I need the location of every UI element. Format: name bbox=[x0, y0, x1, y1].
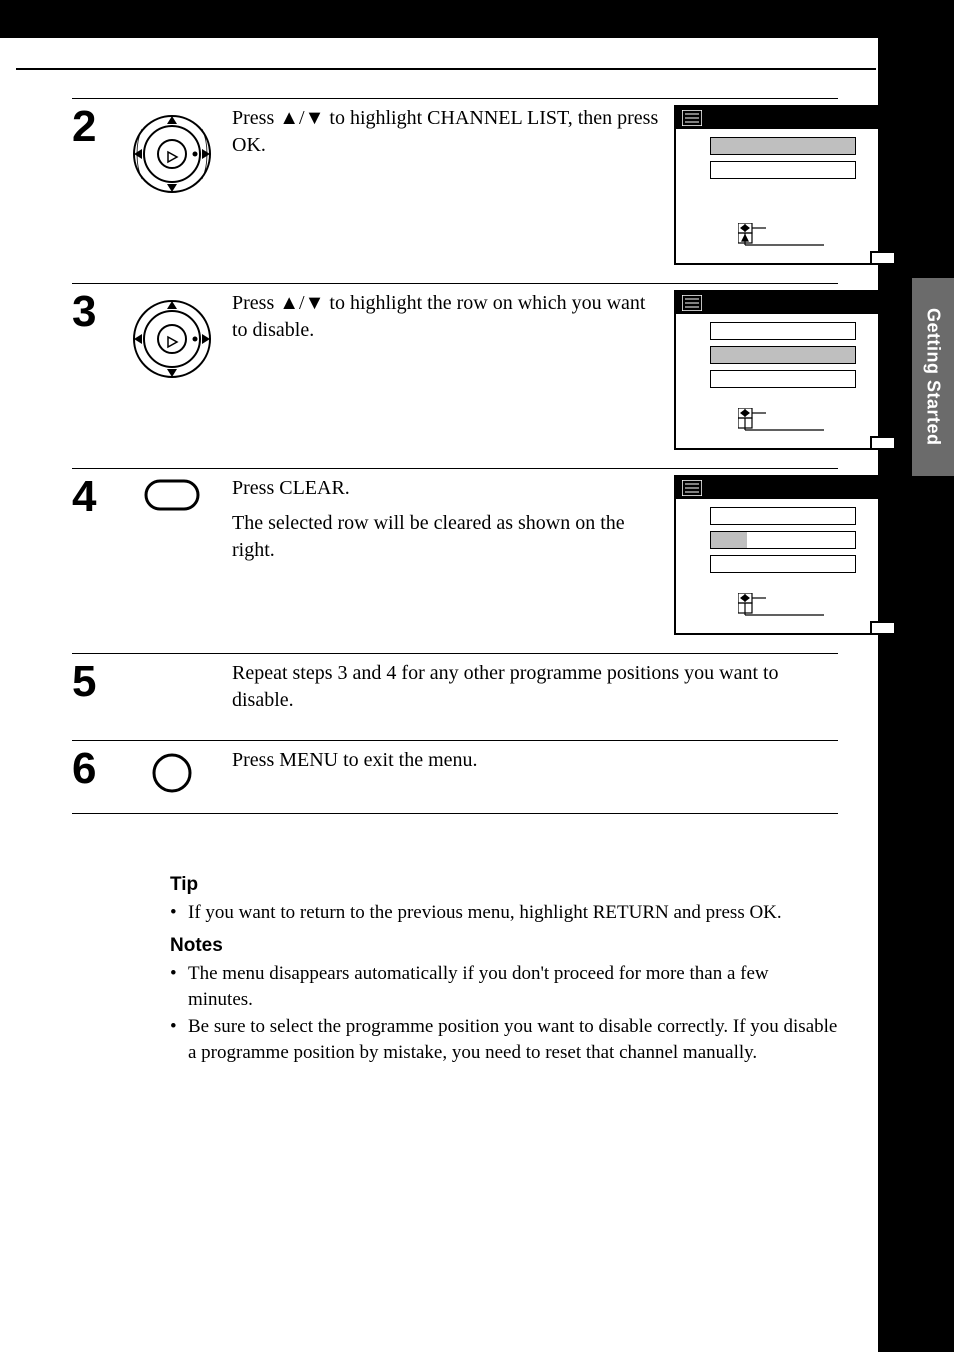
top-black-bar bbox=[0, 0, 954, 38]
step-number: 4 bbox=[72, 475, 112, 519]
notes-heading: Notes bbox=[170, 933, 838, 959]
step-number: 5 bbox=[72, 660, 112, 704]
top-rule bbox=[16, 68, 876, 70]
list-icon bbox=[682, 480, 702, 496]
nav-dial-icon bbox=[127, 294, 217, 384]
step-text-line: Repeat steps 3 and 4 for any other progr… bbox=[232, 660, 842, 714]
step-text: Press ▲/▼ to highlight CHANNEL LIST, the… bbox=[232, 105, 674, 167]
step-2: 2 Press ▲/▼ to highlight CHANNEL LIST, t… bbox=[72, 99, 902, 283]
notes-list: •The menu disappears automatically if yo… bbox=[170, 961, 838, 1066]
step-icon-col bbox=[112, 747, 232, 795]
tip-notes-block: Tip •If you want to return to the previo… bbox=[170, 872, 838, 1065]
screen-row bbox=[710, 531, 856, 549]
screen-row bbox=[710, 346, 856, 364]
pill-button-icon bbox=[144, 479, 200, 513]
screen-rows bbox=[710, 137, 856, 185]
list-icon bbox=[682, 110, 702, 126]
step-5: 5 Repeat steps 3 and 4 for any other pro… bbox=[72, 654, 902, 740]
section-tab-label: Getting Started bbox=[923, 308, 944, 446]
tip-item: •If you want to return to the previous m… bbox=[170, 900, 838, 926]
step-text: Repeat steps 3 and 4 for any other progr… bbox=[232, 660, 842, 722]
step-icon-col bbox=[112, 475, 232, 513]
step-text-pre: Press bbox=[232, 107, 279, 129]
step-number: 2 bbox=[72, 105, 112, 149]
screen-legend bbox=[738, 408, 888, 442]
screen-row bbox=[710, 555, 856, 573]
step-text-line: Press MENU to exit the menu. bbox=[232, 747, 892, 774]
screen-row bbox=[710, 161, 856, 179]
step-screen-col bbox=[674, 105, 902, 265]
step-icon-col bbox=[112, 290, 232, 384]
step-icon-col bbox=[112, 105, 232, 199]
screen-title-bar bbox=[676, 107, 894, 129]
screen-diagram bbox=[674, 475, 896, 635]
screen-thumb bbox=[870, 621, 896, 635]
screen-title-bar bbox=[676, 292, 894, 314]
step-text-pre: Press bbox=[232, 292, 279, 314]
step-icon-col bbox=[112, 660, 232, 664]
step-text: Press MENU to exit the menu. bbox=[232, 747, 902, 782]
content-area: 2 Press ▲/▼ to highlight CHANNEL LIST, t… bbox=[16, 68, 876, 1067]
screen-row bbox=[710, 137, 856, 155]
screen-legend bbox=[738, 223, 888, 257]
screen-row bbox=[710, 322, 856, 340]
notes-item: •Be sure to select the programme positio… bbox=[170, 1014, 838, 1065]
step-screen-col bbox=[674, 475, 902, 635]
circle-button-icon bbox=[150, 751, 194, 795]
screen-row bbox=[710, 370, 856, 388]
step-divider bbox=[72, 813, 838, 814]
step-3: 3 Press ▲/▼ to highlight the row on whic… bbox=[72, 284, 902, 468]
step-screen-col bbox=[674, 290, 902, 450]
screen-diagram bbox=[674, 290, 896, 450]
step-text-line2: The selected row will be cleared as show… bbox=[232, 510, 664, 564]
screen-legend bbox=[738, 593, 888, 627]
screen-title-bar bbox=[676, 477, 894, 499]
screen-diagram bbox=[674, 105, 896, 265]
step-text: Press ▲/▼ to highlight the row on which … bbox=[232, 290, 674, 352]
step-text-line1: Press CLEAR. bbox=[232, 475, 664, 502]
step-number: 6 bbox=[72, 747, 112, 791]
screen-rows bbox=[710, 507, 856, 579]
step-6: 6 Press MENU to exit the menu. bbox=[72, 741, 902, 813]
section-tab: Getting Started bbox=[912, 278, 954, 476]
step-4: 4 Press CLEAR. The selected row will be … bbox=[72, 469, 902, 653]
screen-row bbox=[710, 507, 856, 525]
step-number: 3 bbox=[72, 290, 112, 334]
nav-dial-icon bbox=[127, 109, 217, 199]
screen-thumb bbox=[870, 436, 896, 450]
notes-item: •The menu disappears automatically if yo… bbox=[170, 961, 838, 1012]
step-text: Press CLEAR. The selected row will be cl… bbox=[232, 475, 674, 572]
list-icon bbox=[682, 295, 702, 311]
tip-heading: Tip bbox=[170, 872, 838, 898]
tip-list: •If you want to return to the previous m… bbox=[170, 900, 838, 926]
screen-thumb bbox=[870, 251, 896, 265]
screen-rows bbox=[710, 322, 856, 394]
